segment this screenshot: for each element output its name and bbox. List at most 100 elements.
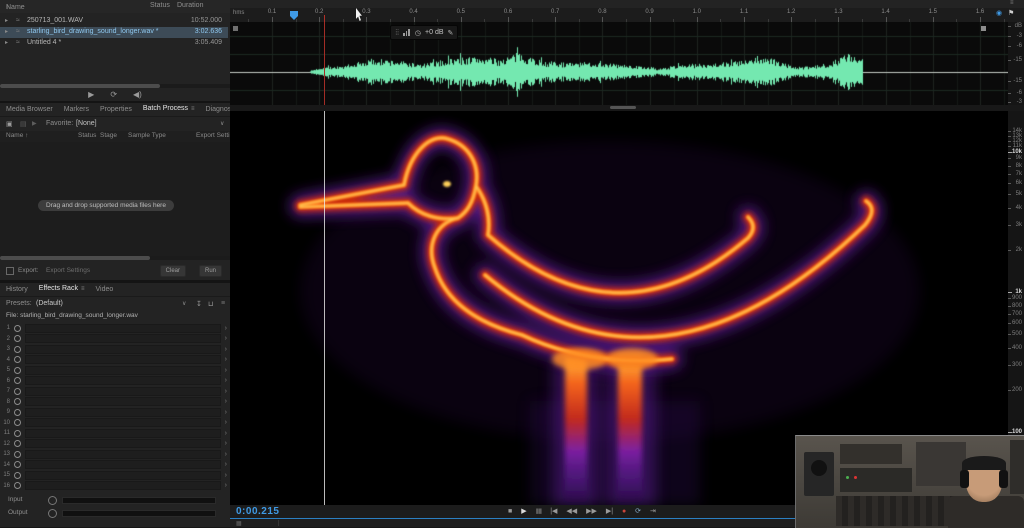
record-button[interactable]: ● [622, 506, 626, 517]
batch-column-sample-type[interactable]: Sample Type [128, 132, 166, 139]
effect-slot-field[interactable] [25, 407, 221, 417]
power-toggle-icon[interactable] [14, 345, 21, 353]
power-toggle-icon[interactable] [14, 419, 21, 427]
effect-slot-field[interactable] [25, 365, 221, 375]
effect-slot[interactable]: 9 › [0, 407, 230, 418]
chevron-right-icon[interactable]: › [225, 451, 227, 458]
effect-slot[interactable]: 8 › [0, 397, 230, 408]
expand-caret-icon[interactable]: ▸ [5, 17, 8, 24]
effect-slot-field[interactable] [25, 323, 221, 333]
power-toggle-icon[interactable] [14, 471, 21, 479]
chevron-right-icon[interactable]: › [225, 325, 227, 332]
power-toggle-icon[interactable] [14, 398, 21, 406]
chevron-right-icon[interactable]: › [225, 440, 227, 447]
chevron-right-icon[interactable]: › [225, 398, 227, 405]
effect-slot-field[interactable] [25, 470, 221, 480]
effect-slot[interactable]: 7 › [0, 386, 230, 397]
fast-forward-button[interactable]: ▶▶ [586, 506, 597, 517]
effect-slot-field[interactable] [25, 481, 221, 491]
volume-hud[interactable]: ⣿ ◷ +0 dB ✎ [390, 25, 459, 40]
effect-slot[interactable]: 2 › [0, 334, 230, 345]
tab-batch-process[interactable]: Batch Process ≡ [142, 103, 195, 116]
power-toggle-icon[interactable] [14, 324, 21, 332]
effect-slot[interactable]: 3 › [0, 344, 230, 355]
save-preset-icon[interactable]: ↧ [196, 300, 202, 308]
effect-slot-field[interactable] [25, 397, 221, 407]
timeline-ruler[interactable]: hms 0.1 0.2 0.3 0.4 0.5 0.6 0.7 0.8 0.9 1.0 1.1 1.2… [230, 8, 1024, 23]
effect-slot-field[interactable] [25, 418, 221, 428]
power-toggle-icon[interactable] [14, 482, 21, 490]
skip-selection-button[interactable]: ⇥ [650, 506, 656, 517]
batch-file-area[interactable]: Drag and drop supported media files here [0, 142, 230, 256]
files-duration-column-header[interactable]: Duration [177, 2, 203, 9]
batch-column-stage[interactable]: Stage [100, 132, 117, 139]
clear-button[interactable]: Clear [159, 265, 186, 277]
gain-knob[interactable] [48, 496, 57, 505]
file-list-item[interactable]: ▸ ≈ starling_bird_drawing_sound_longer.wav… [0, 27, 228, 38]
effect-slot[interactable]: 16 › [0, 481, 230, 492]
apply-favorite-icon[interactable]: ▶ [32, 120, 37, 127]
chevron-right-icon[interactable]: › [225, 409, 227, 416]
power-toggle-icon[interactable] [14, 429, 21, 437]
tab-history[interactable]: History [6, 283, 28, 296]
effect-slot-field[interactable] [25, 355, 221, 365]
expand-caret-icon[interactable]: ▸ [5, 28, 8, 35]
waveform-canvas[interactable] [230, 22, 1008, 105]
channel-button[interactable] [233, 26, 238, 31]
favorite-select[interactable]: [None] [76, 120, 97, 127]
preset-select[interactable]: (Default) [36, 300, 63, 307]
power-toggle-icon[interactable] [14, 461, 21, 469]
rewind-button[interactable]: ◀◀ [566, 506, 577, 517]
chevron-right-icon[interactable]: › [225, 346, 227, 353]
export-settings-summary[interactable]: Export Settings [46, 267, 138, 274]
stop-button[interactable]: ■ [508, 506, 512, 517]
skip-to-end-button[interactable]: ▶| [606, 506, 613, 517]
file-list-item[interactable]: ▸ ≈ Untitled 4 * 3:05.409 [0, 38, 228, 49]
power-toggle-icon[interactable] [14, 356, 21, 364]
chevron-right-icon[interactable]: › [225, 472, 227, 479]
effect-slot[interactable]: 11 › [0, 428, 230, 439]
new-batch-icon[interactable]: ▣ [6, 120, 13, 128]
chevron-right-icon[interactable]: › [225, 388, 227, 395]
effect-slot-field[interactable] [25, 428, 221, 438]
files-status-column-header[interactable]: Status [150, 2, 170, 9]
effect-slot[interactable]: 10 › [0, 418, 230, 429]
power-toggle-icon[interactable] [14, 387, 21, 395]
batch-column-status[interactable]: Status [78, 132, 96, 139]
tab-media-browser[interactable]: Media Browser [6, 103, 53, 116]
chevron-right-icon[interactable]: › [225, 356, 227, 363]
file-list-item[interactable]: ▸ ≈250713_001.WAV 10:52.000 [0, 16, 228, 27]
snapping-icon[interactable]: ◉ [996, 9, 1002, 17]
power-toggle-icon[interactable] [14, 366, 21, 374]
power-toggle-icon[interactable] [14, 440, 21, 448]
playhead-line[interactable] [324, 111, 325, 505]
chevron-right-icon[interactable]: › [225, 430, 227, 437]
chevron-right-icon[interactable]: › [225, 419, 227, 426]
tab-video[interactable]: Video [95, 283, 113, 296]
loop-playback-button[interactable]: ⟳ [635, 506, 641, 517]
loop-file-button[interactable]: ⟳ [110, 90, 117, 99]
effect-slot-field[interactable] [25, 460, 221, 470]
effect-slot-field[interactable] [25, 439, 221, 449]
effect-slot[interactable]: 1 › [0, 323, 230, 334]
batch-horizontal-scrollbar[interactable] [0, 256, 230, 260]
effect-slot-field[interactable] [25, 344, 221, 354]
dropdown-caret-icon[interactable]: ∨ [220, 120, 224, 127]
waveform-display[interactable]: ⣿ ◷ +0 dB ✎ [230, 22, 1024, 105]
export-checkbox[interactable] [6, 267, 14, 275]
effect-slot[interactable]: 13 › [0, 449, 230, 460]
play-file-button[interactable]: ▶ [88, 90, 94, 99]
marker-tool-icon[interactable]: ⚑ [1008, 9, 1014, 17]
expand-caret-icon[interactable]: ▸ [5, 39, 8, 46]
effect-slot-field[interactable] [25, 376, 221, 386]
power-toggle-icon[interactable] [14, 377, 21, 385]
chevron-right-icon[interactable]: › [225, 335, 227, 342]
play-button[interactable]: ▶ [521, 506, 526, 517]
time-display[interactable]: 0:00.215 [236, 506, 279, 517]
dropdown-caret-icon[interactable]: ∨ [182, 300, 186, 307]
chevron-right-icon[interactable]: › [225, 367, 227, 374]
effect-slot[interactable]: 6 › [0, 376, 230, 387]
batch-column-name[interactable]: Name ↑ [6, 132, 28, 139]
pencil-icon[interactable]: ✎ [448, 29, 454, 37]
hud-gain-value[interactable]: +0 dB [425, 29, 444, 36]
